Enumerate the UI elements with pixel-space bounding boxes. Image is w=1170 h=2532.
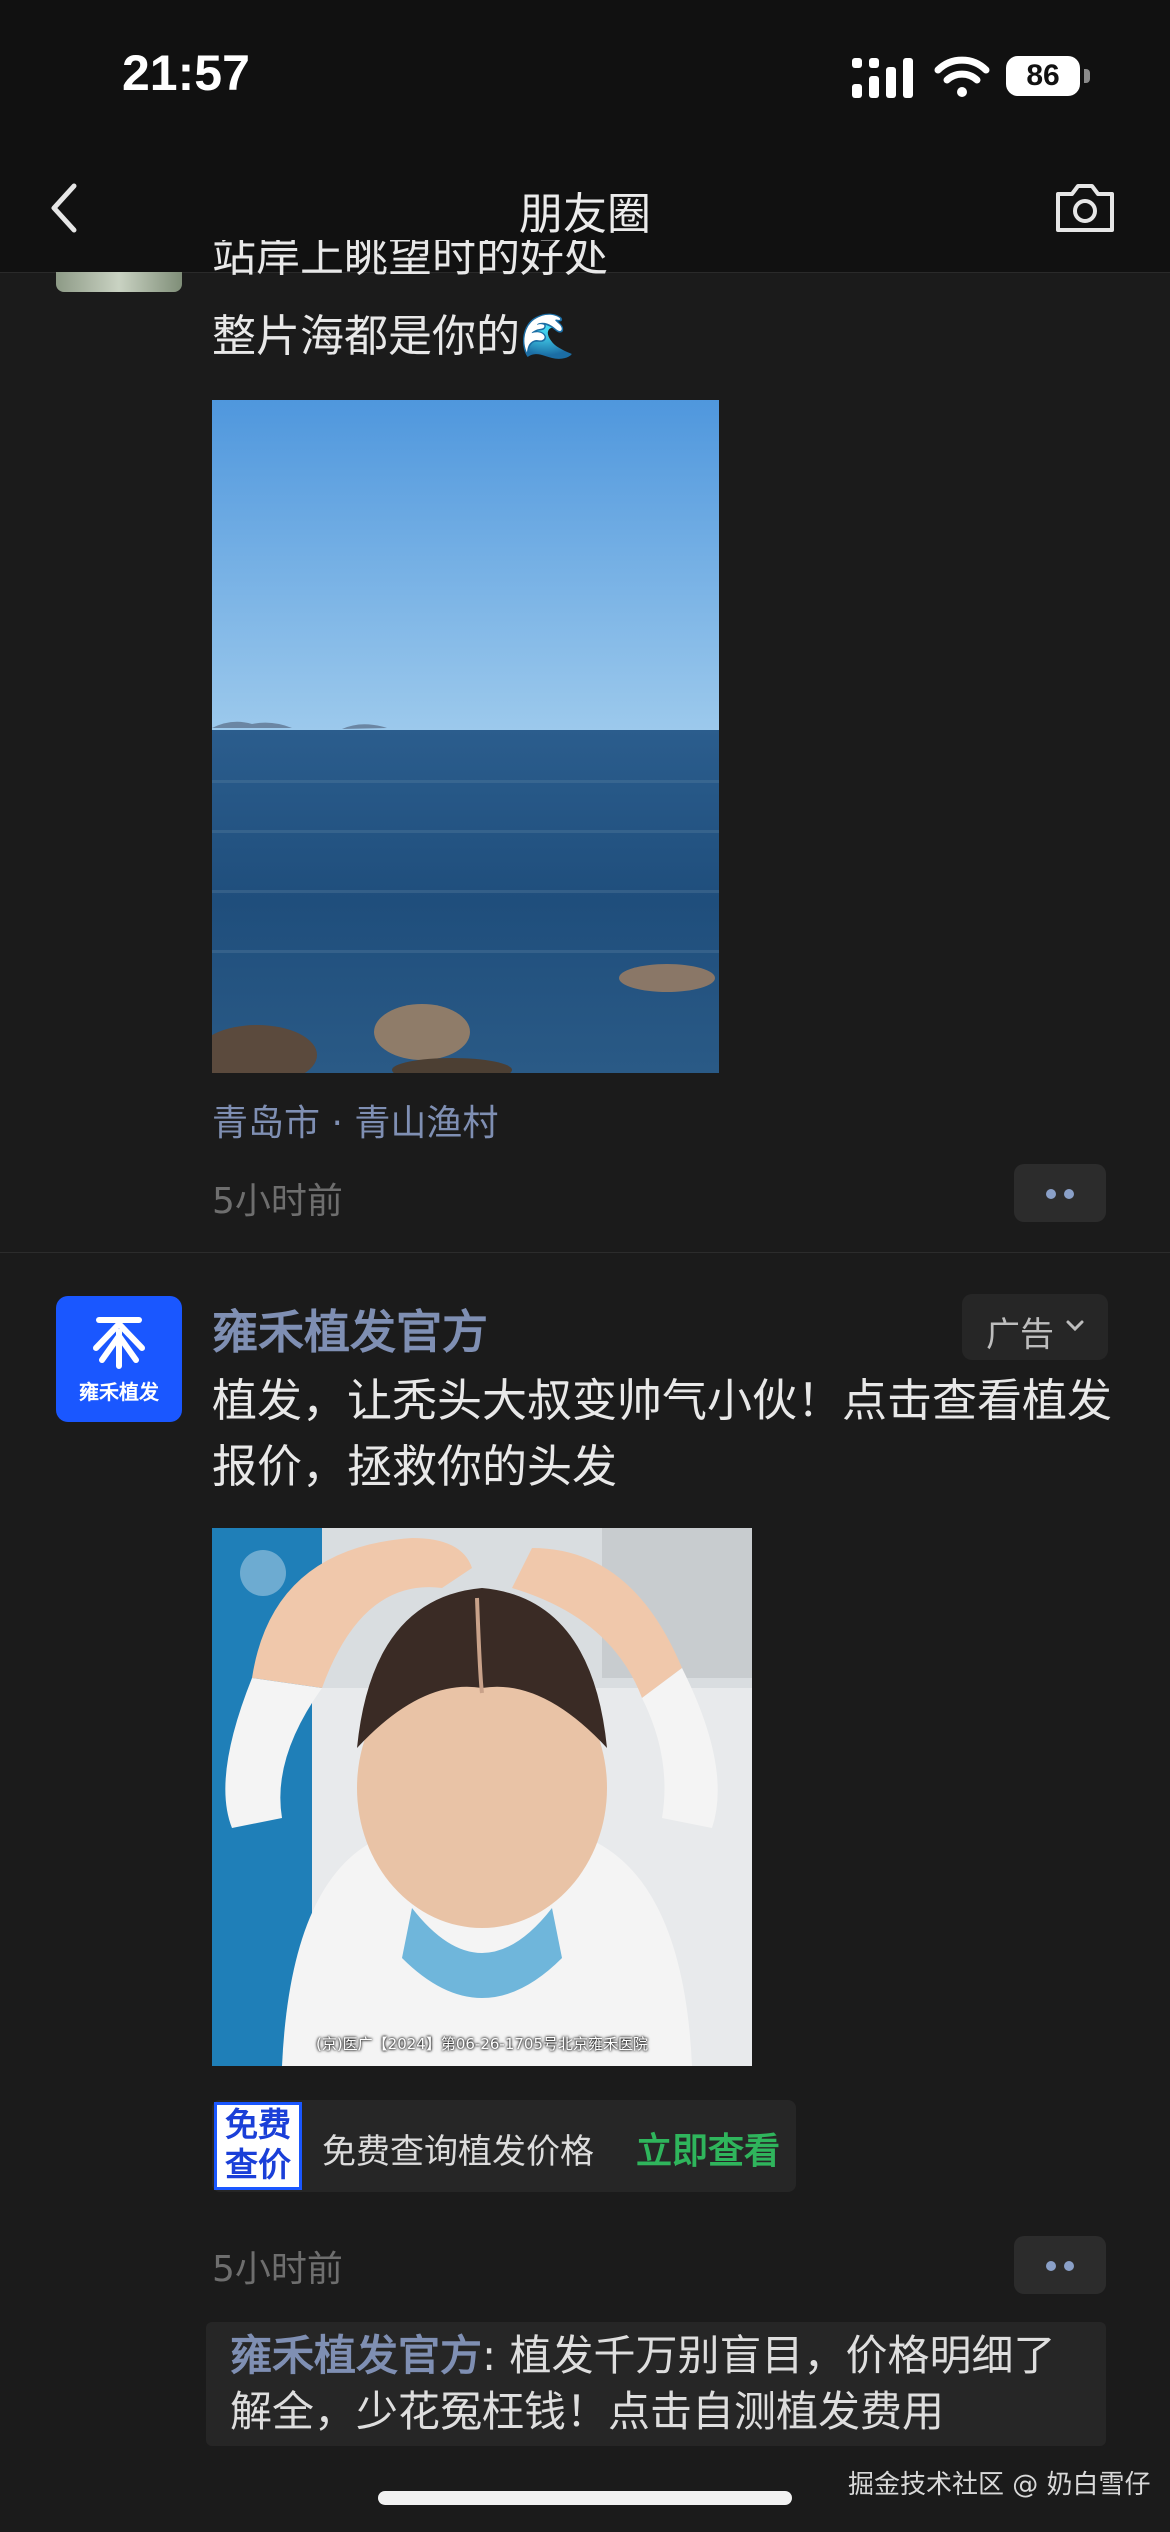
ad-label-button[interactable]: 广告 <box>962 1294 1108 1360</box>
dot-icon <box>1064 2261 1074 2271</box>
home-indicator[interactable] <box>378 2491 792 2505</box>
dot-icon <box>1064 1189 1074 1199</box>
camera-icon[interactable] <box>1052 176 1118 240</box>
post-image-sea[interactable] <box>212 400 719 1073</box>
dot-icon <box>1046 1189 1056 1199</box>
promo-text: 免费查询植发价格 <box>322 2132 594 2172</box>
avatar[interactable] <box>56 272 182 292</box>
comment-box: 雍禾植发官方: 植发千万别盲目，价格明细了解全，少花冤枉钱！点击自测植发费用 <box>206 2322 1106 2446</box>
more-actions-button[interactable] <box>1014 1164 1106 1222</box>
image-caption: (京)医广【2024】第06-26-1705号北京雍禾医院 <box>315 2035 649 2053</box>
ad-time: 5小时前 <box>212 2249 343 2290</box>
ad-text: 植发，让秃头大叔变帅气小伙！点击查看植发报价，拯救你的头发 <box>212 1374 1113 1493</box>
ad-avatar-text: 雍禾植发 <box>79 1380 159 1404</box>
battery-level: 86 <box>1026 59 1060 92</box>
ad-more-actions-button[interactable] <box>1014 2236 1106 2294</box>
ad-image[interactable]: (京)医广【2024】第06-26-1705号北京雍禾医院 <box>212 1528 752 2066</box>
status-time: 21:57 <box>122 45 250 101</box>
brand-logo-icon <box>93 1317 145 1369</box>
page-title: 朋友圈 <box>519 189 651 240</box>
promo-card[interactable]: 免费 查价 免费查询植发价格 立即查看 <box>212 2100 796 2192</box>
comment-author[interactable]: 雍禾植发官方 <box>230 2331 482 2380</box>
battery-icon: 86 <box>1006 56 1092 98</box>
watermark: 掘金技术社区 @ 奶白雪仔 <box>848 2470 1151 2500</box>
ad-avatar[interactable]: 雍禾植发 <box>56 1296 182 1422</box>
post-text: 整片海都是你的🌊 <box>212 311 575 362</box>
post-location[interactable]: 青岛市 · 青山渔村 <box>212 1094 498 1146</box>
post-text-partial: 站岸上眺望时的好处 <box>212 240 608 282</box>
promo-icon: 免费 查价 <box>214 2102 302 2190</box>
comment[interactable]: 雍禾植发官方: 植发千万别盲目，价格明细了解全，少花冤枉钱！点击自测植发费用 <box>230 2328 1090 2440</box>
ad-account-name[interactable]: 雍禾植发官方 <box>212 1296 488 1362</box>
signal-bars-icon <box>852 58 913 98</box>
status-bar: 21:57 86 <box>0 0 1170 150</box>
dot-icon <box>1046 2261 1056 2271</box>
moments-screen: 21:57 86 朋友圈 站岸上眺望时的好处 整片海都是你的🌊 青岛市 · 青山… <box>0 0 1170 2532</box>
link-icon <box>240 1550 286 1596</box>
post-time: 5小时前 <box>212 1181 343 1222</box>
chevron-down-icon <box>1066 1320 1084 1332</box>
ad-label: 广告 <box>986 1315 1054 1355</box>
divider <box>0 1252 1170 1253</box>
wifi-icon <box>934 56 990 97</box>
promo-cta-button[interactable]: 立即查看 <box>636 2122 780 2174</box>
